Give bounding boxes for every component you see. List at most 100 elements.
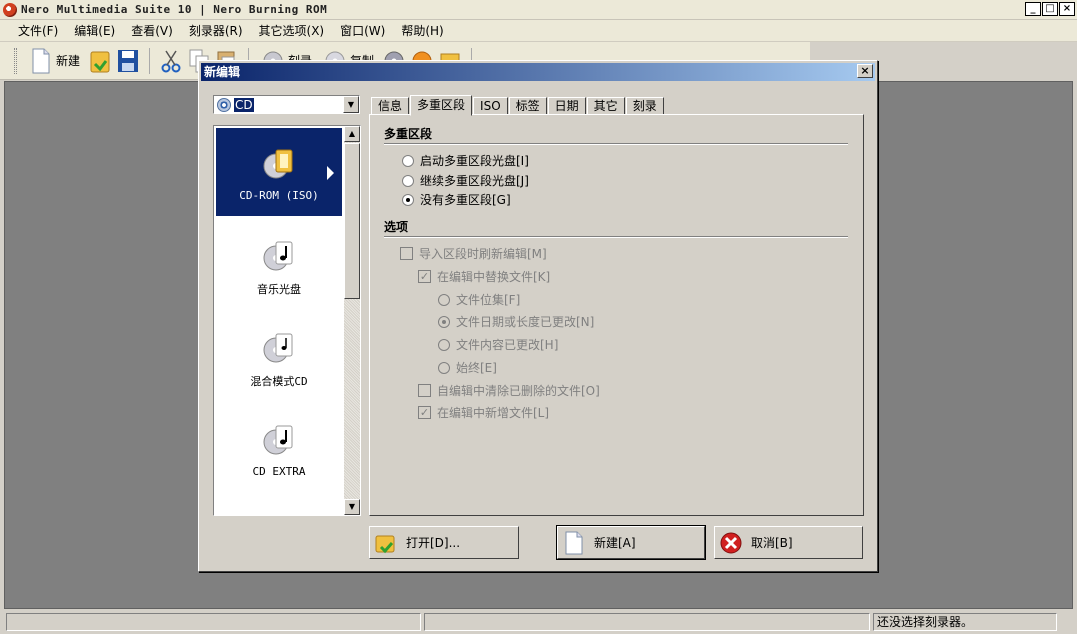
remove-deleted-checkbox[interactable]: 自编辑中清除已删除的文件[O] (418, 382, 600, 399)
save-icon[interactable] (117, 48, 139, 74)
recorder-status: 还没选择刻录器。 (873, 613, 1057, 631)
window-title: Nero Multimedia Suite 10 | Nero Burning … (21, 3, 328, 16)
menu-help[interactable]: 帮助(H) (393, 22, 451, 39)
list-item-label: CD EXTRA (252, 465, 306, 478)
maximize-button[interactable]: □ (1042, 2, 1058, 16)
radio-button[interactable] (438, 293, 450, 306)
dialog-close-button[interactable]: × (857, 64, 873, 78)
radio-button[interactable] (402, 174, 414, 187)
menu-edit[interactable]: 编辑(E) (66, 22, 123, 39)
divider (384, 143, 848, 145)
replace-mode-radio[interactable]: 始终[E] (438, 359, 497, 376)
chevron-down-icon[interactable]: ▼ (343, 96, 359, 113)
new-button[interactable]: 新建[A] (557, 526, 705, 559)
dialog-titlebar: 新编辑 × (201, 63, 875, 81)
list-item-label: 混合模式CD (250, 375, 308, 388)
radio-button[interactable] (402, 193, 414, 206)
settings-tabs: 信息 多重区段 ISO 标签 日期 其它 刻录 (371, 94, 665, 116)
radio-label: 文件内容已更改[H] (456, 338, 559, 352)
tab-multisession[interactable]: 多重区段 (410, 95, 473, 116)
tab-dates[interactable]: 日期 (547, 97, 586, 115)
cd-rom-iso-icon (263, 149, 293, 179)
list-scrollbar[interactable]: ▲ ▼ (344, 126, 360, 515)
refresh-on-import-checkbox[interactable]: 导入区段时刷新编辑[M] (400, 245, 547, 262)
divider (384, 236, 848, 238)
checkbox[interactable] (400, 247, 413, 260)
radio-label: 文件位集[F] (456, 293, 521, 307)
replace-mode-radio[interactable]: 文件日期或长度已更改[N] (438, 313, 594, 330)
checkbox[interactable]: ✓ (418, 270, 431, 283)
radio-label: 没有多重区段[G] (420, 193, 511, 207)
new-button-label: 新建[A] (594, 536, 636, 550)
tab-info[interactable]: 信息 (371, 97, 410, 115)
add-new-files-checkbox[interactable]: ✓ 在编辑中新增文件[L] (418, 404, 549, 421)
radio-button[interactable] (438, 338, 450, 351)
cut-icon[interactable] (160, 48, 182, 74)
multisession-heading: 多重区段 (384, 127, 433, 141)
cd-disc-icon (217, 97, 231, 112)
cancel-button[interactable]: 取消[B] (714, 526, 863, 559)
new-compilation-dialog: 新编辑 × CD ▼ CD-ROM (ISO) 音乐光盘 混合模式CD CD E… (198, 60, 878, 572)
scrollbar-thumb[interactable] (344, 143, 360, 299)
list-item-cd-rom-iso[interactable]: CD-ROM (ISO) (216, 128, 342, 216)
new-toolbar-button[interactable]: 新建 (27, 46, 83, 76)
menu-file[interactable]: 文件(F) (10, 22, 66, 39)
menu-recorder[interactable]: 刻录器(R) (181, 22, 251, 39)
list-item-audio-cd[interactable]: 音乐光盘 (216, 220, 342, 308)
tab-misc[interactable]: 其它 (586, 97, 625, 115)
checkbox[interactable] (418, 384, 431, 397)
continue-multisession-radio[interactable]: 继续多重区段光盘[J] (402, 172, 529, 189)
radio-button[interactable] (438, 315, 450, 328)
scroll-down-icon[interactable]: ▼ (344, 499, 360, 515)
close-window-button[interactable]: × (1059, 2, 1075, 16)
menu-window[interactable]: 窗口(W) (332, 22, 393, 39)
new-toolbar-label: 新建 (56, 54, 81, 68)
checkbox-label: 自编辑中清除已删除的文件[O] (437, 384, 600, 398)
replace-mode-radio[interactable]: 文件内容已更改[H] (438, 336, 558, 353)
minimize-button[interactable]: _ (1025, 2, 1041, 16)
radio-label: 继续多重区段光盘[J] (420, 174, 529, 188)
app-titlebar: Nero Multimedia Suite 10 | Nero Burning … (0, 0, 1077, 20)
radio-label: 始终[E] (456, 361, 497, 375)
selected-arrow-icon (327, 166, 334, 180)
toolbar-grip[interactable] (14, 47, 17, 74)
list-item-cd-extra[interactable]: CD EXTRA (216, 404, 342, 492)
radio-label: 文件日期或长度已更改[N] (456, 315, 595, 329)
checkbox-label: 在编辑中替换文件[K] (437, 270, 551, 284)
mixed-mode-cd-icon (263, 333, 293, 363)
start-multisession-radio[interactable]: 启动多重区段光盘[I] (402, 152, 529, 169)
menu-bar: 文件(F) 编辑(E) 查看(V) 刻录器(R) 其它选项(X) 窗口(W) 帮… (0, 20, 1077, 42)
cancel-icon (720, 532, 742, 553)
dialog-title: 新编辑 (204, 65, 241, 79)
replace-files-checkbox[interactable]: ✓ 在编辑中替换文件[K] (418, 268, 550, 285)
checkbox-label: 在编辑中新增文件[L] (437, 406, 550, 420)
menu-view[interactable]: 查看(V) (123, 22, 181, 39)
menu-extras[interactable]: 其它选项(X) (251, 22, 333, 39)
radio-button[interactable] (438, 361, 450, 374)
list-item-label: CD-ROM (ISO) (239, 189, 319, 202)
multisession-panel: 多重区段 启动多重区段光盘[I] 继续多重区段光盘[J] 没有多重区段[G] 选… (369, 114, 864, 516)
radio-label: 启动多重区段光盘[I] (420, 154, 529, 168)
new-document-icon (565, 531, 583, 554)
compilation-type-list[interactable]: CD-ROM (ISO) 音乐光盘 混合模式CD CD EXTRA ▲ ▼ (213, 125, 361, 516)
checkbox-label: 导入区段时刷新编辑[M] (419, 247, 547, 261)
no-multisession-radio[interactable]: 没有多重区段[G] (402, 191, 511, 208)
options-heading: 选项 (384, 220, 409, 234)
disc-type-value: CD (234, 97, 254, 112)
list-item-mixed-mode-cd[interactable]: 混合模式CD (216, 312, 342, 400)
radio-button[interactable] (402, 154, 414, 167)
list-item-label: 音乐光盘 (257, 283, 301, 296)
replace-mode-radio[interactable]: 文件位集[F] (438, 291, 520, 308)
open-folder-icon[interactable] (89, 48, 111, 74)
tab-iso[interactable]: ISO (473, 97, 508, 115)
scroll-up-icon[interactable]: ▲ (344, 126, 360, 142)
tab-label[interactable]: 标签 (508, 97, 547, 115)
open-button[interactable]: 打开[D]... (369, 526, 519, 559)
new-document-icon (32, 48, 50, 73)
nero-app-icon (3, 2, 17, 17)
tab-burn[interactable]: 刻录 (625, 97, 664, 115)
disc-type-select[interactable]: CD ▼ (213, 95, 360, 114)
checkbox[interactable]: ✓ (418, 406, 431, 419)
status-bar: 还没选择刻录器。 (0, 610, 1077, 634)
open-button-label: 打开[D]... (406, 536, 461, 550)
